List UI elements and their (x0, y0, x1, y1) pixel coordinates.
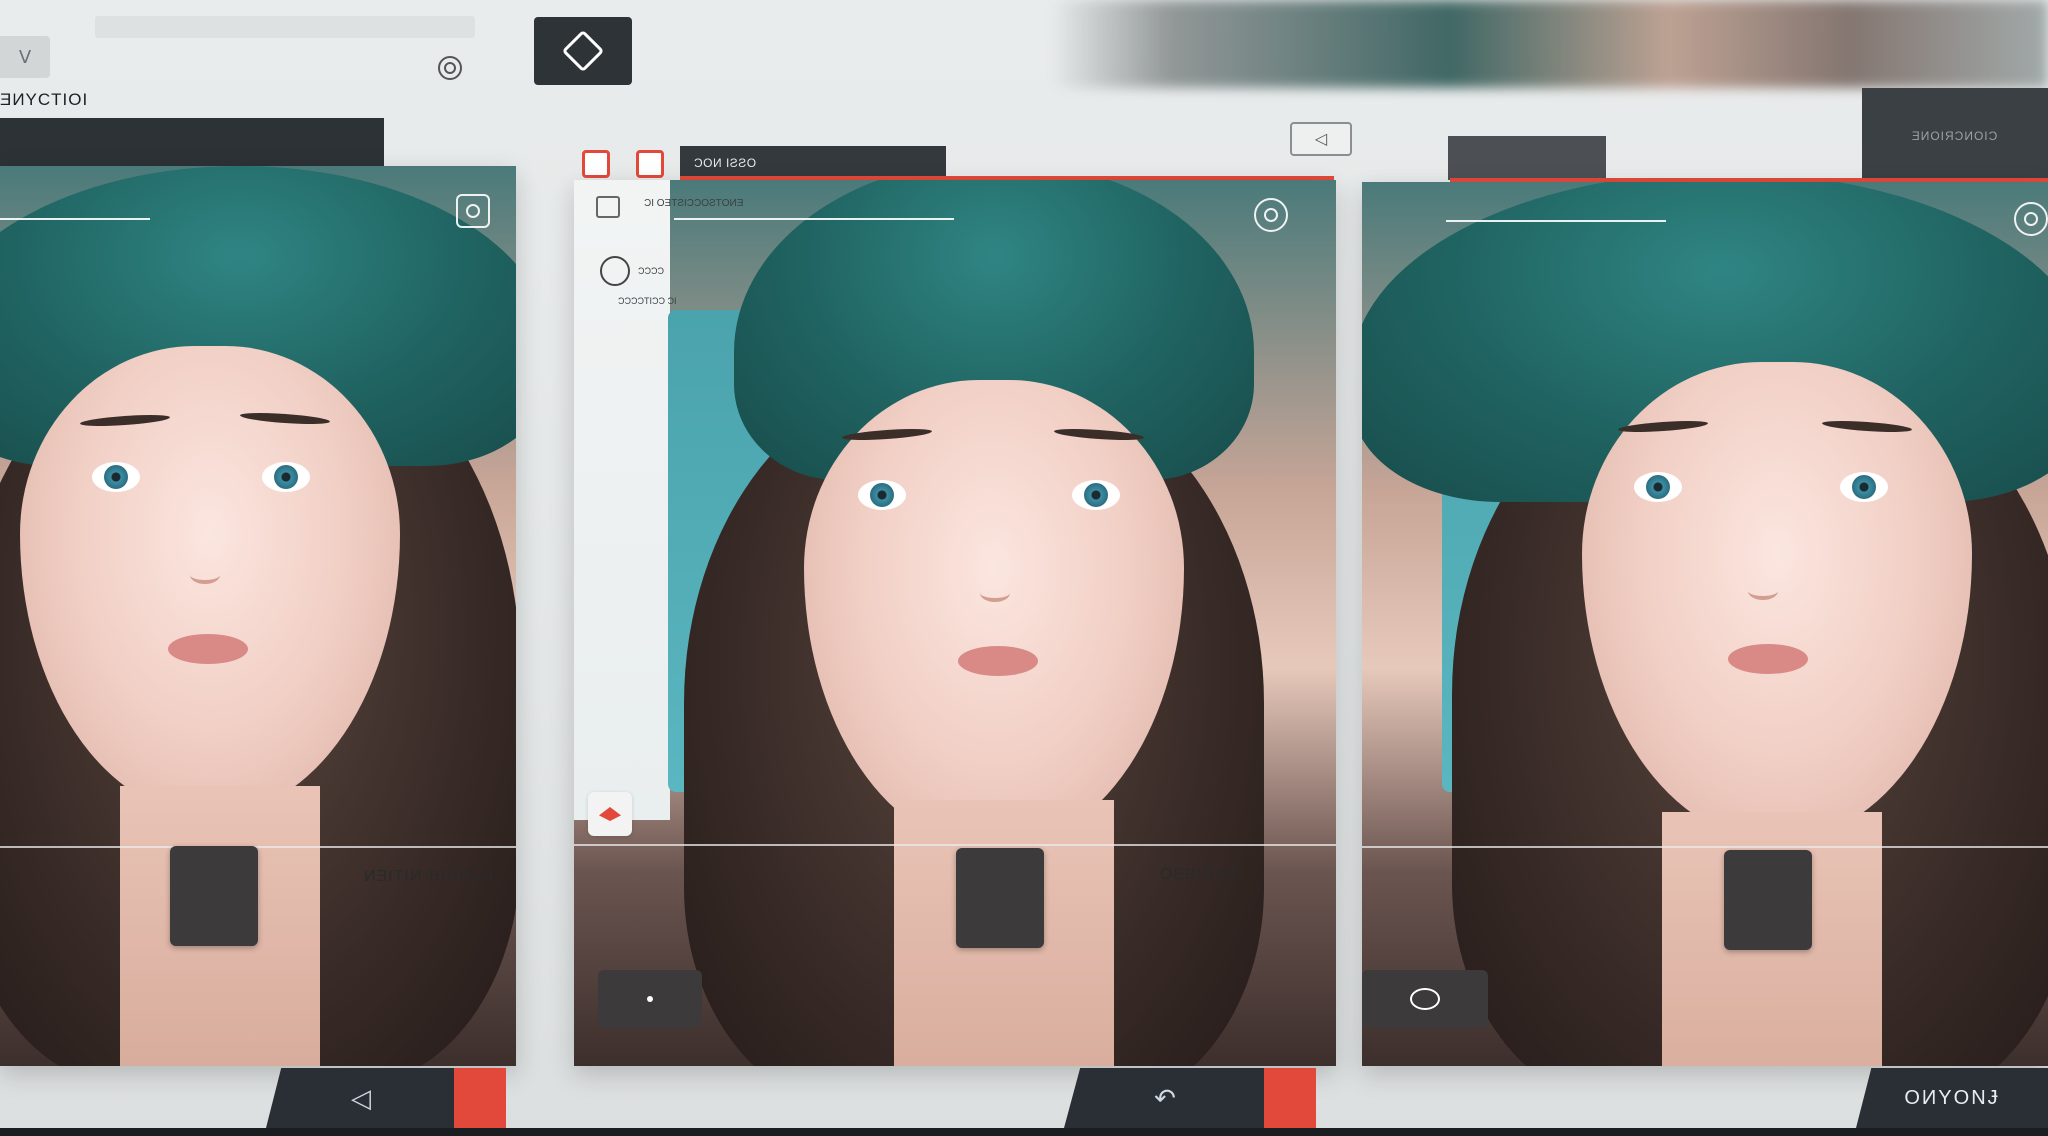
card2-divider (574, 844, 1336, 846)
card2-accent (1264, 1068, 1316, 1128)
grid-icon[interactable] (596, 196, 620, 218)
top-search-bar[interactable] (95, 16, 475, 38)
dot-icon (647, 996, 653, 1002)
card1-accent (454, 1068, 506, 1128)
target-icon[interactable] (438, 56, 462, 80)
card3-corner-label[interactable]: OИYONɈ (1856, 1068, 2048, 1128)
warning-icon[interactable] (588, 792, 632, 836)
card1-divider (0, 846, 516, 848)
card1-thumb-square[interactable] (170, 846, 258, 946)
bottom-edge (0, 1128, 2048, 1136)
portrait-image (574, 180, 1336, 1066)
undo-icon: ↶ (1154, 1082, 1176, 1113)
undo-button[interactable]: ↶ (1064, 1068, 1266, 1128)
card3-title-line (1446, 220, 1666, 222)
camera-icon[interactable] (1254, 198, 1288, 232)
portrait-image (0, 166, 516, 1066)
grey-box (1448, 136, 1606, 180)
card3-divider (1362, 846, 2048, 848)
portrait-card-3[interactable] (1362, 182, 2048, 1066)
portrait-card-1[interactable]: ИƎITIИ ƁIUIƁAl (0, 166, 516, 1066)
card2-panel-sub2: ƆƆƆƆΤIƆƆ ƆI (618, 296, 677, 306)
card1-caption: ИƎITIИ ƁIUIƁAl (364, 868, 494, 885)
back-button[interactable]: ◁ (266, 1068, 456, 1128)
section-title: ƎИYCTIOI (0, 90, 89, 109)
oval-icon (1410, 988, 1440, 1010)
camera-icon[interactable] (456, 194, 490, 228)
top-blurred-banner (1050, 0, 2048, 88)
red-tab-icon[interactable] (582, 150, 610, 178)
card3-thumb-square[interactable] (1724, 850, 1812, 950)
card2-title-line (674, 218, 954, 220)
portrait-image (1362, 182, 2048, 1066)
card2-panel-sub: ƆƆƆƆ (638, 266, 664, 276)
card2-tab-bar[interactable]: ƆOИ IƧƧO (680, 146, 946, 180)
top-corner-tab[interactable]: ᐯ (0, 36, 50, 78)
settings-icon[interactable] (600, 256, 630, 286)
card2-thumb-square[interactable] (956, 848, 1044, 948)
far-right-box[interactable]: ƎИOIЯƆИOIƆ (1862, 88, 2048, 184)
card2-panel-title: ƆI OƎΤƧIƆƆOƧΤOИƎ (644, 198, 744, 209)
camera-icon[interactable] (2014, 202, 2048, 236)
red-tab-icon[interactable] (636, 150, 664, 178)
card2-dot-button[interactable] (598, 970, 702, 1028)
diamond-icon (561, 29, 605, 73)
diamond-button[interactable] (534, 17, 632, 85)
card1-title-line (0, 218, 150, 220)
back-small-button[interactable]: ◁ (1290, 122, 1352, 156)
portrait-card-2[interactable]: ƆI OƎΤƧIƆƆOƧΤOИƎ ƆƆƆƆ ƆƆƆƆΤIƆƆ ƆI OEBIOЯ… (574, 180, 1336, 1066)
back-icon: ◁ (351, 1082, 371, 1113)
card3-oval-button[interactable] (1362, 970, 1488, 1028)
card2-caption: OEBIOЯA (1160, 866, 1240, 883)
card1-header-bar (0, 118, 384, 170)
